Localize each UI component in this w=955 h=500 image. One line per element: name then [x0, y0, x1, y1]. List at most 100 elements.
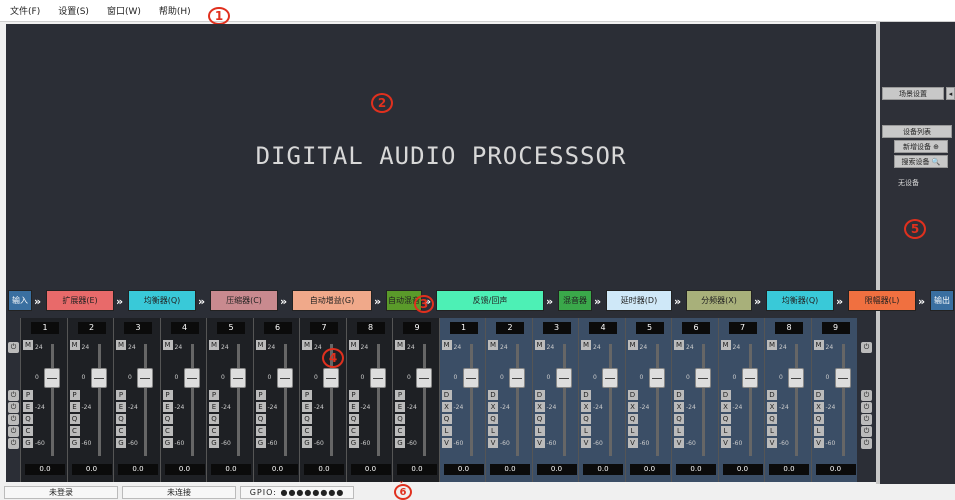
strip-function-button-e[interactable]: E — [348, 402, 359, 412]
strip-function-button-q[interactable]: Q — [255, 414, 266, 424]
fader-knob[interactable] — [90, 367, 107, 388]
strip-function-button-x[interactable]: X — [767, 402, 777, 412]
fader-knob[interactable] — [137, 367, 153, 388]
strip-function-button-l[interactable]: L — [534, 426, 545, 436]
power-icon[interactable]: ⏻ — [8, 390, 19, 401]
strip-function-button-c[interactable]: C — [116, 426, 126, 436]
strip-function-button-e[interactable]: E — [209, 402, 219, 412]
fader-knob[interactable] — [230, 367, 246, 388]
power-icon[interactable]: ⏻ — [861, 426, 872, 437]
power-icon[interactable]: ⏻ — [8, 342, 19, 353]
mute-button[interactable]: M — [23, 340, 33, 350]
strip-function-button-x[interactable]: X — [534, 402, 545, 412]
strip-function-button-l[interactable]: L — [441, 426, 452, 436]
strip-function-button-e[interactable]: E — [162, 402, 173, 412]
strip-function-button-d[interactable]: D — [813, 390, 824, 400]
strip-function-button-q[interactable]: Q — [162, 414, 173, 424]
fader-knob[interactable] — [788, 367, 804, 388]
fader-knob[interactable] — [602, 367, 618, 388]
chain-module-8[interactable]: 延时器(D) — [606, 290, 672, 311]
strip-function-button-g[interactable]: G — [302, 438, 312, 448]
strip-function-button-v[interactable]: V — [581, 438, 591, 448]
add-device-button[interactable]: 新增设备 ⊕ — [894, 140, 948, 153]
strip-function-button-q[interactable]: Q — [674, 414, 684, 424]
strip-function-button-x[interactable]: X — [581, 402, 591, 412]
strip-function-button-v[interactable]: V — [627, 438, 638, 448]
strip-function-button-d[interactable]: D — [720, 390, 731, 400]
power-icon[interactable]: ⏻ — [861, 342, 872, 353]
strip-function-button-d[interactable]: D — [441, 390, 452, 400]
strip-function-button-v[interactable]: V — [720, 438, 731, 448]
fader-knob[interactable] — [416, 367, 432, 388]
fader-knob[interactable] — [462, 367, 479, 388]
strip-function-button-e[interactable]: E — [116, 402, 126, 412]
mute-button[interactable]: M — [581, 340, 591, 350]
power-icon[interactable]: ⏻ — [861, 438, 872, 449]
fader-knob[interactable] — [648, 367, 665, 388]
strip-function-button-c[interactable]: C — [69, 426, 80, 436]
strip-function-button-q[interactable]: Q — [116, 414, 126, 424]
strip-function-button-l[interactable]: L — [674, 426, 684, 436]
strip-function-button-p[interactable]: P — [116, 390, 126, 400]
strip-function-button-l[interactable]: L — [488, 426, 498, 436]
strip-function-button-p[interactable]: P — [23, 390, 33, 400]
chain-module-6[interactable]: 反馈/回声 — [436, 290, 544, 311]
chain-module-10[interactable]: 均衡器(Q) — [766, 290, 834, 311]
strip-function-button-v[interactable]: V — [674, 438, 684, 448]
scene-settings-button[interactable]: 场景设置 — [882, 87, 944, 100]
strip-function-button-q[interactable]: Q — [23, 414, 33, 424]
fader-knob[interactable] — [695, 367, 711, 388]
strip-function-button-g[interactable]: G — [255, 438, 266, 448]
chain-module-7[interactable]: 混音器 — [558, 290, 592, 311]
fader-knob[interactable] — [323, 367, 339, 388]
power-icon[interactable]: ⏻ — [8, 426, 19, 437]
fader-knob[interactable] — [369, 367, 386, 388]
strip-function-button-g[interactable]: G — [162, 438, 173, 448]
power-icon[interactable]: ⏻ — [861, 414, 872, 425]
mute-button[interactable]: M — [720, 340, 731, 350]
mute-button[interactable]: M — [395, 340, 405, 350]
strip-function-button-x[interactable]: X — [488, 402, 498, 412]
strip-function-button-c[interactable]: C — [209, 426, 219, 436]
strip-function-button-g[interactable]: G — [23, 438, 33, 448]
mute-button[interactable]: M — [348, 340, 359, 350]
strip-function-button-q[interactable]: Q — [627, 414, 638, 424]
strip-function-button-e[interactable]: E — [255, 402, 266, 412]
fader-knob[interactable] — [741, 367, 758, 388]
strip-function-button-c[interactable]: C — [348, 426, 359, 436]
fader-knob[interactable] — [276, 367, 293, 388]
strip-function-button-l[interactable]: L — [813, 426, 824, 436]
search-device-button[interactable]: 搜索设备 🔍 — [894, 155, 948, 168]
chain-module-4[interactable]: 自动增益(G) — [292, 290, 372, 311]
chain-module-12[interactable]: 输出 — [930, 290, 954, 311]
power-icon[interactable]: ⏻ — [8, 438, 19, 449]
strip-function-button-q[interactable]: Q — [488, 414, 498, 424]
strip-function-button-p[interactable]: P — [69, 390, 80, 400]
strip-function-button-g[interactable]: G — [69, 438, 80, 448]
chain-module-11[interactable]: 限幅器(L) — [848, 290, 916, 311]
mute-button[interactable]: M — [162, 340, 173, 350]
mute-button[interactable]: M — [116, 340, 126, 350]
mute-button[interactable]: M — [534, 340, 545, 350]
strip-function-button-x[interactable]: X — [674, 402, 684, 412]
strip-function-button-q[interactable]: Q — [534, 414, 545, 424]
chain-module-1[interactable]: 扩展器(E) — [46, 290, 114, 311]
chain-module-0[interactable]: 输入 — [8, 290, 32, 311]
chain-module-3[interactable]: 压缩器(C) — [210, 290, 278, 311]
mute-button[interactable]: M — [209, 340, 219, 350]
strip-function-button-g[interactable]: G — [116, 438, 126, 448]
menu-file[interactable]: 文件(F) — [10, 4, 40, 17]
chevron-down-icon[interactable]: ⌄ — [398, 476, 405, 485]
strip-function-button-v[interactable]: V — [813, 438, 824, 448]
chain-module-9[interactable]: 分频器(X) — [686, 290, 752, 311]
mute-button[interactable]: M — [488, 340, 498, 350]
strip-function-button-q[interactable]: Q — [767, 414, 777, 424]
power-icon[interactable]: ⏻ — [8, 414, 19, 425]
power-icon[interactable]: ⏻ — [861, 402, 872, 413]
strip-function-button-d[interactable]: D — [767, 390, 777, 400]
strip-function-button-v[interactable]: V — [534, 438, 545, 448]
strip-function-button-e[interactable]: E — [302, 402, 312, 412]
strip-function-button-l[interactable]: L — [767, 426, 777, 436]
strip-function-button-c[interactable]: C — [255, 426, 266, 436]
strip-function-button-p[interactable]: P — [302, 390, 312, 400]
